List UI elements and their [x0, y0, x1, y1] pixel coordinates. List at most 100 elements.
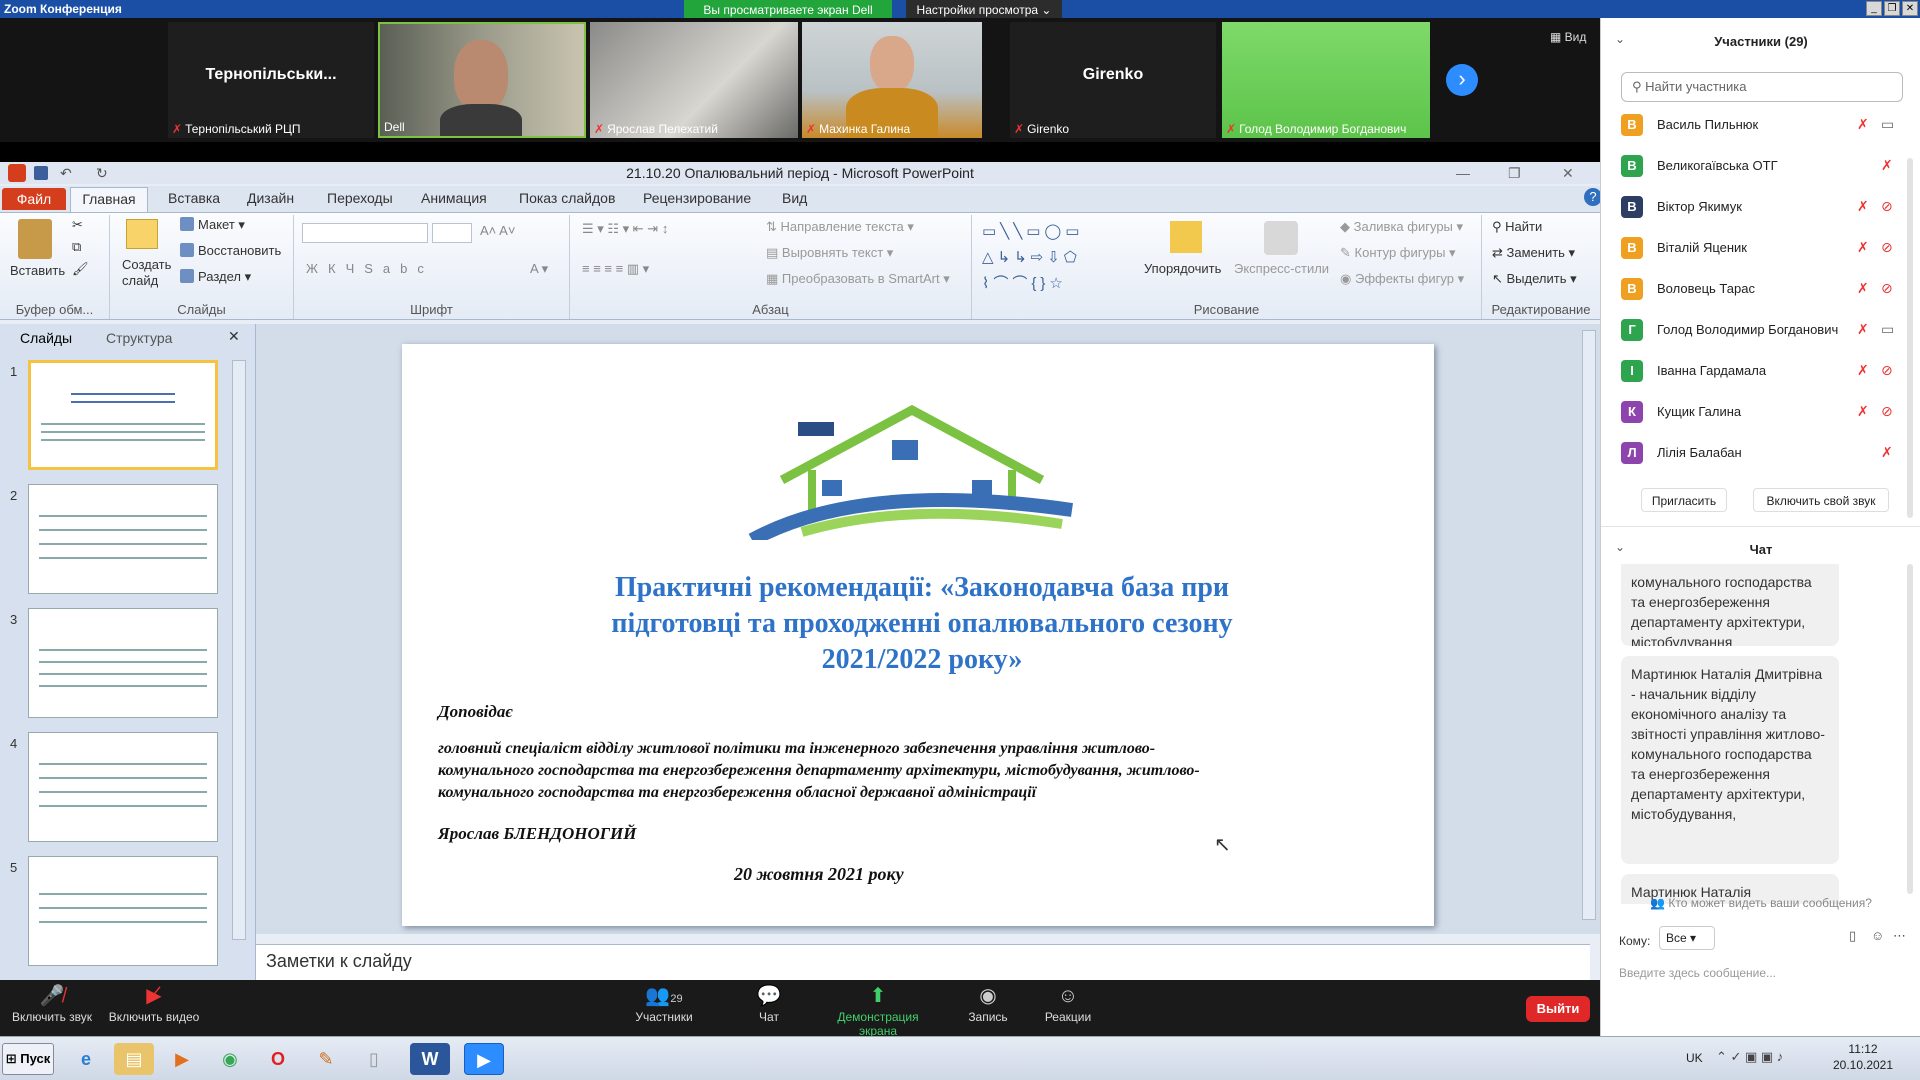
save-icon[interactable] — [34, 166, 48, 180]
ppt-minimize-icon[interactable]: — — [1456, 162, 1470, 184]
paste-button[interactable]: Вставить — [10, 263, 65, 278]
current-slide[interactable]: Практичні рекомендації: «Законодавча баз… — [402, 344, 1434, 926]
more-options-icon[interactable]: ⋯ — [1893, 928, 1906, 944]
quick-styles-button[interactable]: Экспресс-стили — [1234, 261, 1329, 276]
tab-view[interactable]: Вид — [782, 190, 807, 206]
shape-outline-button[interactable]: ✎ Контур фигуры ▾ — [1340, 245, 1456, 261]
reactions-button[interactable]: ☺ Реакции — [1018, 980, 1118, 1024]
arrange-icon[interactable] — [1170, 221, 1202, 253]
slide-thumbnail-1[interactable] — [28, 360, 218, 470]
opera-icon[interactable]: O — [258, 1043, 298, 1075]
reset-button[interactable]: Восстановить — [180, 243, 281, 258]
close-icon[interactable]: ✕ — [1902, 1, 1918, 16]
shape-effects-button[interactable]: ◉ Эффекты фигур ▾ — [1340, 271, 1464, 287]
zoom-app-icon[interactable]: ▶ — [464, 1043, 504, 1075]
participant-row[interactable]: І Іванна Гардамала ✗ ⊘ — [1621, 354, 1911, 394]
format-painter-icon[interactable]: 🖌 — [72, 261, 89, 277]
recipient-select[interactable]: Все ▾ — [1659, 926, 1715, 950]
start-video-button[interactable]: ▶̸ Включить видео — [104, 980, 204, 1024]
align-text-button[interactable]: ▤ Выровнять текст ▾ — [766, 245, 893, 261]
tab-transitions[interactable]: Переходы — [327, 190, 393, 206]
new-slide-icon[interactable] — [126, 219, 158, 249]
app-icon[interactable]: ✎ — [306, 1043, 346, 1075]
participant-search-input[interactable]: ⚲ Найти участника — [1621, 72, 1903, 102]
chat-button[interactable]: 💬 Чат — [719, 980, 819, 1024]
participant-row[interactable]: В Великогаївська ОТГ ✗ — [1621, 149, 1911, 189]
close-panel-icon[interactable]: ✕ — [228, 328, 240, 345]
notes-field[interactable]: Заметки к слайду — [256, 944, 1590, 980]
participant-row[interactable]: Л Лілія Балабан ✗ — [1621, 436, 1911, 476]
slide-thumbnail-4[interactable] — [28, 732, 218, 842]
text-direction-button[interactable]: ⇅ Направление текста ▾ — [766, 219, 914, 235]
tab-slides[interactable]: Слайды — [20, 330, 72, 346]
folder-icon[interactable]: ▤ — [114, 1043, 154, 1075]
participant-row[interactable]: Г Голод Володимир Богданович ✗ ▭ — [1621, 313, 1911, 353]
tray-icons[interactable]: ⌃ ✓ ▣ ▣ ♪ — [1716, 1049, 1783, 1065]
video-tile[interactable]: ✗ Махинка Галина — [802, 22, 982, 138]
minimize-icon[interactable]: _ — [1866, 1, 1882, 16]
view-button[interactable]: ▦ Вид — [1550, 30, 1586, 44]
share-screen-button[interactable]: ⬆ Демонстрация экрана — [818, 980, 938, 1038]
participant-row[interactable]: В Василь Пильнюк ✗ ▭ — [1621, 108, 1911, 148]
paste-icon[interactable] — [18, 219, 52, 259]
video-tile[interactable]: Тернопільськи... ✗ Тернопільський РЦП — [168, 22, 374, 138]
layout-button[interactable]: Макет ▾ — [180, 217, 245, 233]
replace-button[interactable]: ⇄ Заменить ▾ — [1492, 245, 1575, 261]
font-color-icon[interactable]: A ▾ — [530, 261, 548, 277]
tab-design[interactable]: Дизайн — [247, 190, 294, 206]
emoji-icon[interactable]: ☺ — [1871, 928, 1884, 943]
participant-row[interactable]: К Кущик Галина ✗ ⊘ — [1621, 395, 1911, 435]
undo-icon[interactable]: ↶ — [60, 162, 72, 184]
redo-icon[interactable]: ↻ — [96, 162, 108, 184]
media-player-icon[interactable]: ▶ — [162, 1043, 202, 1075]
participants-button[interactable]: 👥29 Участники — [614, 980, 714, 1024]
thumbnails-scrollbar[interactable] — [232, 360, 246, 940]
tab-home[interactable]: Главная — [70, 187, 148, 212]
shape-fill-button[interactable]: ◆ Заливка фигуры ▾ — [1340, 219, 1463, 235]
who-can-see-link[interactable]: 👥 Кто может видеть ваши сообщения? — [1601, 896, 1920, 910]
tab-animation[interactable]: Анимация — [421, 190, 487, 206]
chrome-icon[interactable]: ◉ — [210, 1043, 250, 1075]
document-icon[interactable]: ▯ — [354, 1043, 394, 1075]
chat-scrollbar[interactable] — [1907, 564, 1913, 894]
smartart-button[interactable]: ▦ Преобразовать в SmartArt ▾ — [766, 271, 950, 287]
quick-styles-icon[interactable] — [1264, 221, 1298, 255]
slide-thumbnail-3[interactable] — [28, 608, 218, 718]
participants-scrollbar[interactable] — [1907, 158, 1913, 518]
tab-slideshow[interactable]: Показ слайдов — [519, 190, 615, 206]
ppt-close-icon[interactable]: ✕ — [1562, 162, 1574, 184]
invite-button[interactable]: Пригласить — [1641, 488, 1727, 512]
align-icons[interactable]: ≡ ≡ ≡ ≡ ▥ ▾ — [582, 261, 649, 277]
restore-icon[interactable]: ❐ — [1884, 1, 1900, 16]
arrange-button[interactable]: Упорядочить — [1144, 261, 1221, 276]
unmute-button[interactable]: 🎤̸ Включить звук — [2, 980, 102, 1024]
tab-file[interactable]: Файл — [2, 188, 66, 210]
font-format-buttons[interactable]: ЖКЧSabc — [306, 261, 434, 276]
leave-button[interactable]: Выйти — [1526, 996, 1590, 1022]
create-slide-button[interactable]: Создать слайд — [122, 257, 172, 289]
next-page-arrow-icon[interactable]: › — [1446, 64, 1478, 96]
chat-message-input[interactable]: Введите здесь сообщение... — [1619, 966, 1909, 980]
start-button[interactable]: ⊞ Пуск — [2, 1043, 54, 1075]
slide-scrollbar[interactable] — [1582, 330, 1596, 920]
participant-row[interactable]: В Воловець Тарас ✗ ⊘ — [1621, 272, 1911, 312]
file-icon[interactable]: ▯ — [1849, 928, 1856, 944]
slide-thumbnail-5[interactable] — [28, 856, 218, 966]
tab-outline[interactable]: Структура — [106, 330, 172, 346]
video-tile[interactable]: ✗ Ярослав Пелехатий — [590, 22, 798, 138]
copy-icon[interactable]: ⧉ — [72, 239, 81, 255]
video-tile[interactable]: Girenko ✗ Girenko — [1010, 22, 1216, 138]
participant-row[interactable]: В Віктор Якимук ✗ ⊘ — [1621, 190, 1911, 230]
internet-explorer-icon[interactable]: e — [66, 1043, 106, 1075]
clock[interactable]: 11:12 20.10.2021 — [1818, 1041, 1908, 1073]
video-tile[interactable]: ✗ Голод Володимир Богданович — [1222, 22, 1430, 138]
shapes-gallery[interactable]: ▭╲╲▭◯▭ △↳↳⇨⇩⬠ ⌇⌒⌒{}☆ — [982, 219, 1132, 297]
select-button[interactable]: ↖ Выделить ▾ — [1492, 271, 1577, 287]
participant-row[interactable]: В Віталій Яценик ✗ ⊘ — [1621, 231, 1911, 271]
tab-insert[interactable]: Вставка — [168, 190, 220, 206]
find-button[interactable]: ⚲ Найти — [1492, 219, 1542, 235]
slide-thumbnail-2[interactable] — [28, 484, 218, 594]
increase-font-icon[interactable]: A˄ A˅ — [480, 223, 515, 238]
ppt-restore-icon[interactable]: ❐ — [1508, 162, 1521, 184]
word-icon[interactable]: W — [410, 1043, 450, 1075]
